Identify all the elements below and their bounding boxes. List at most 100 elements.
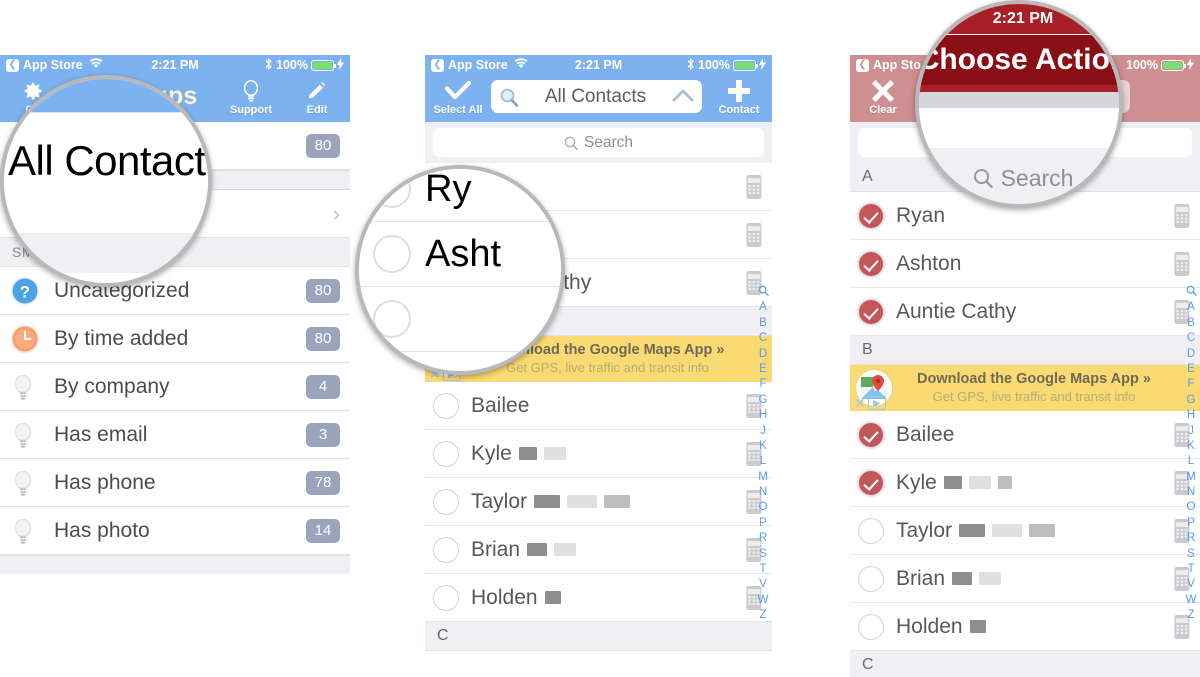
index-letter-e[interactable]: E: [759, 362, 767, 377]
index-letter-v[interactable]: V: [759, 577, 767, 592]
contact-row[interactable]: Brian: [425, 526, 772, 574]
index-letter-h[interactable]: H: [759, 408, 767, 423]
index-letter-r[interactable]: R: [1187, 531, 1195, 546]
index-letter-f[interactable]: F: [759, 377, 766, 392]
contact-select-checkbox[interactable]: [858, 565, 884, 592]
index-letter-b[interactable]: B: [1187, 316, 1195, 331]
index-letter-n[interactable]: N: [1187, 485, 1195, 500]
close-ad-icon[interactable]: ✕: [854, 396, 866, 410]
contact-select-checkbox[interactable]: [433, 488, 459, 515]
index-letter-b[interactable]: B: [759, 316, 767, 331]
contact-select-checkbox[interactable]: [433, 584, 459, 611]
index-letter-c[interactable]: C: [759, 331, 767, 346]
status-left: ❮ App Store: [6, 58, 103, 72]
contact-row[interactable]: Kyle: [850, 459, 1200, 507]
redacted-surname: [543, 447, 566, 460]
index-letter-k[interactable]: K: [759, 439, 767, 454]
index-letter-p[interactable]: P: [759, 516, 767, 531]
index-letter-z[interactable]: Z: [1187, 608, 1194, 623]
index-letter-o[interactable]: O: [759, 500, 768, 515]
index-letter-w[interactable]: W: [1186, 593, 1197, 608]
index-letter-g[interactable]: G: [759, 393, 768, 408]
contact-select-checkbox[interactable]: [858, 469, 884, 496]
alphabet-index-scrubber[interactable]: ABCDEFGHJKLMNOPRSTVWZ: [1183, 285, 1199, 624]
index-letter-j[interactable]: J: [1188, 424, 1194, 439]
index-letter-d[interactable]: D: [1187, 347, 1195, 362]
contact-row[interactable]: Auntie Cathy: [850, 288, 1200, 336]
index-letter-l[interactable]: L: [760, 454, 766, 469]
select-all-button[interactable]: Select All: [425, 75, 491, 116]
smart-group-row[interactable]: Has photo 14: [0, 507, 350, 555]
back-chevron-icon[interactable]: ❮: [856, 58, 869, 72]
contact-row[interactable]: Kyle: [425, 430, 772, 478]
contact-select-checkbox[interactable]: [858, 202, 884, 229]
index-search-icon[interactable]: [1186, 285, 1197, 300]
index-letter-l[interactable]: L: [1188, 454, 1194, 469]
contact-row[interactable]: Bailee: [425, 382, 772, 430]
index-letter-z[interactable]: Z: [759, 608, 766, 623]
index-letter-m[interactable]: M: [758, 470, 768, 485]
contact-select-checkbox[interactable]: [858, 298, 884, 325]
index-letter-o[interactable]: O: [1187, 500, 1196, 515]
clear-button[interactable]: Clear: [850, 75, 916, 116]
index-letter-p[interactable]: P: [1187, 516, 1195, 531]
contact-row[interactable]: Taylor: [850, 507, 1200, 555]
index-letter-j[interactable]: J: [760, 424, 766, 439]
index-letter-n[interactable]: N: [759, 485, 767, 500]
back-chevron-icon[interactable]: ❮: [6, 58, 19, 72]
contact-select-checkbox[interactable]: [858, 613, 884, 640]
contact-name: Brian: [896, 566, 946, 590]
index-letter-s[interactable]: S: [759, 547, 767, 562]
google-maps-ad-banner[interactable]: Download the Google Maps App » Get GPS, …: [850, 365, 1200, 411]
index-letter-h[interactable]: H: [1187, 408, 1195, 423]
status-left: ❮ App Sto: [856, 58, 921, 72]
contact-row[interactable]: Ashton: [850, 240, 1200, 288]
smart-group-label: By company: [54, 374, 170, 398]
contact-select-checkbox[interactable]: [433, 536, 459, 563]
index-letter-w[interactable]: W: [758, 593, 769, 608]
status-bar: ❮ App Store 2:21 PM 100%: [0, 55, 350, 75]
index-letter-a[interactable]: A: [759, 300, 767, 315]
smart-group-row[interactable]: By time added 80: [0, 315, 350, 363]
contact-row[interactable]: Brian: [850, 555, 1200, 603]
alphabet-index-scrubber[interactable]: ABCDEFGHJKLMNOPRSTVWZ: [755, 285, 771, 624]
back-chevron-icon[interactable]: ❮: [431, 58, 444, 72]
index-letter-d[interactable]: D: [759, 347, 767, 362]
contact-row[interactable]: Holden: [425, 574, 772, 622]
index-letter-a[interactable]: A: [1187, 300, 1195, 315]
index-letter-e[interactable]: E: [1187, 362, 1195, 377]
loupe-contact-row-1: Ry: [359, 169, 561, 222]
index-letter-r[interactable]: R: [759, 531, 767, 546]
index-letter-s[interactable]: S: [1187, 547, 1195, 562]
search-input[interactable]: Search: [433, 128, 764, 157]
chevron-right-icon: ›: [332, 200, 340, 226]
nav-right-spacer: [1134, 75, 1200, 78]
index-letter-m[interactable]: M: [1186, 470, 1196, 485]
index-letter-g[interactable]: G: [1187, 393, 1196, 408]
smart-group-row[interactable]: By company 4: [0, 363, 350, 411]
group-selector-pill[interactable]: All Contacts: [491, 80, 702, 113]
index-letter-t[interactable]: T: [1187, 562, 1194, 577]
index-letter-t[interactable]: T: [759, 562, 766, 577]
index-letter-f[interactable]: F: [1187, 377, 1194, 392]
contact-select-checkbox[interactable]: [858, 421, 884, 448]
smart-group-row[interactable]: Has phone 78: [0, 459, 350, 507]
index-letter-k[interactable]: K: [1187, 439, 1195, 454]
battery-percent: 100%: [276, 58, 308, 72]
contact-select-checkbox[interactable]: [858, 517, 884, 544]
contact-row[interactable]: Holden: [850, 603, 1200, 651]
contact-select-checkbox[interactable]: [433, 440, 459, 467]
contact-row[interactable]: Bailee: [850, 411, 1200, 459]
smart-group-row[interactable]: Has email 3: [0, 411, 350, 459]
index-letter-v[interactable]: V: [1187, 577, 1195, 592]
ad-choices-icon[interactable]: ►: [867, 396, 886, 410]
contact-row[interactable]: Taylor: [425, 478, 772, 526]
contact-name: Bailee: [896, 422, 955, 446]
add-contact-label: Contact: [718, 104, 760, 116]
chevron-up-icon[interactable]: [672, 86, 694, 108]
index-letter-c[interactable]: C: [1187, 331, 1195, 346]
add-contact-button[interactable]: Contact: [706, 75, 772, 116]
contact-select-checkbox[interactable]: [433, 392, 459, 419]
contact-select-checkbox[interactable]: [858, 250, 884, 277]
index-search-icon[interactable]: [758, 285, 769, 300]
